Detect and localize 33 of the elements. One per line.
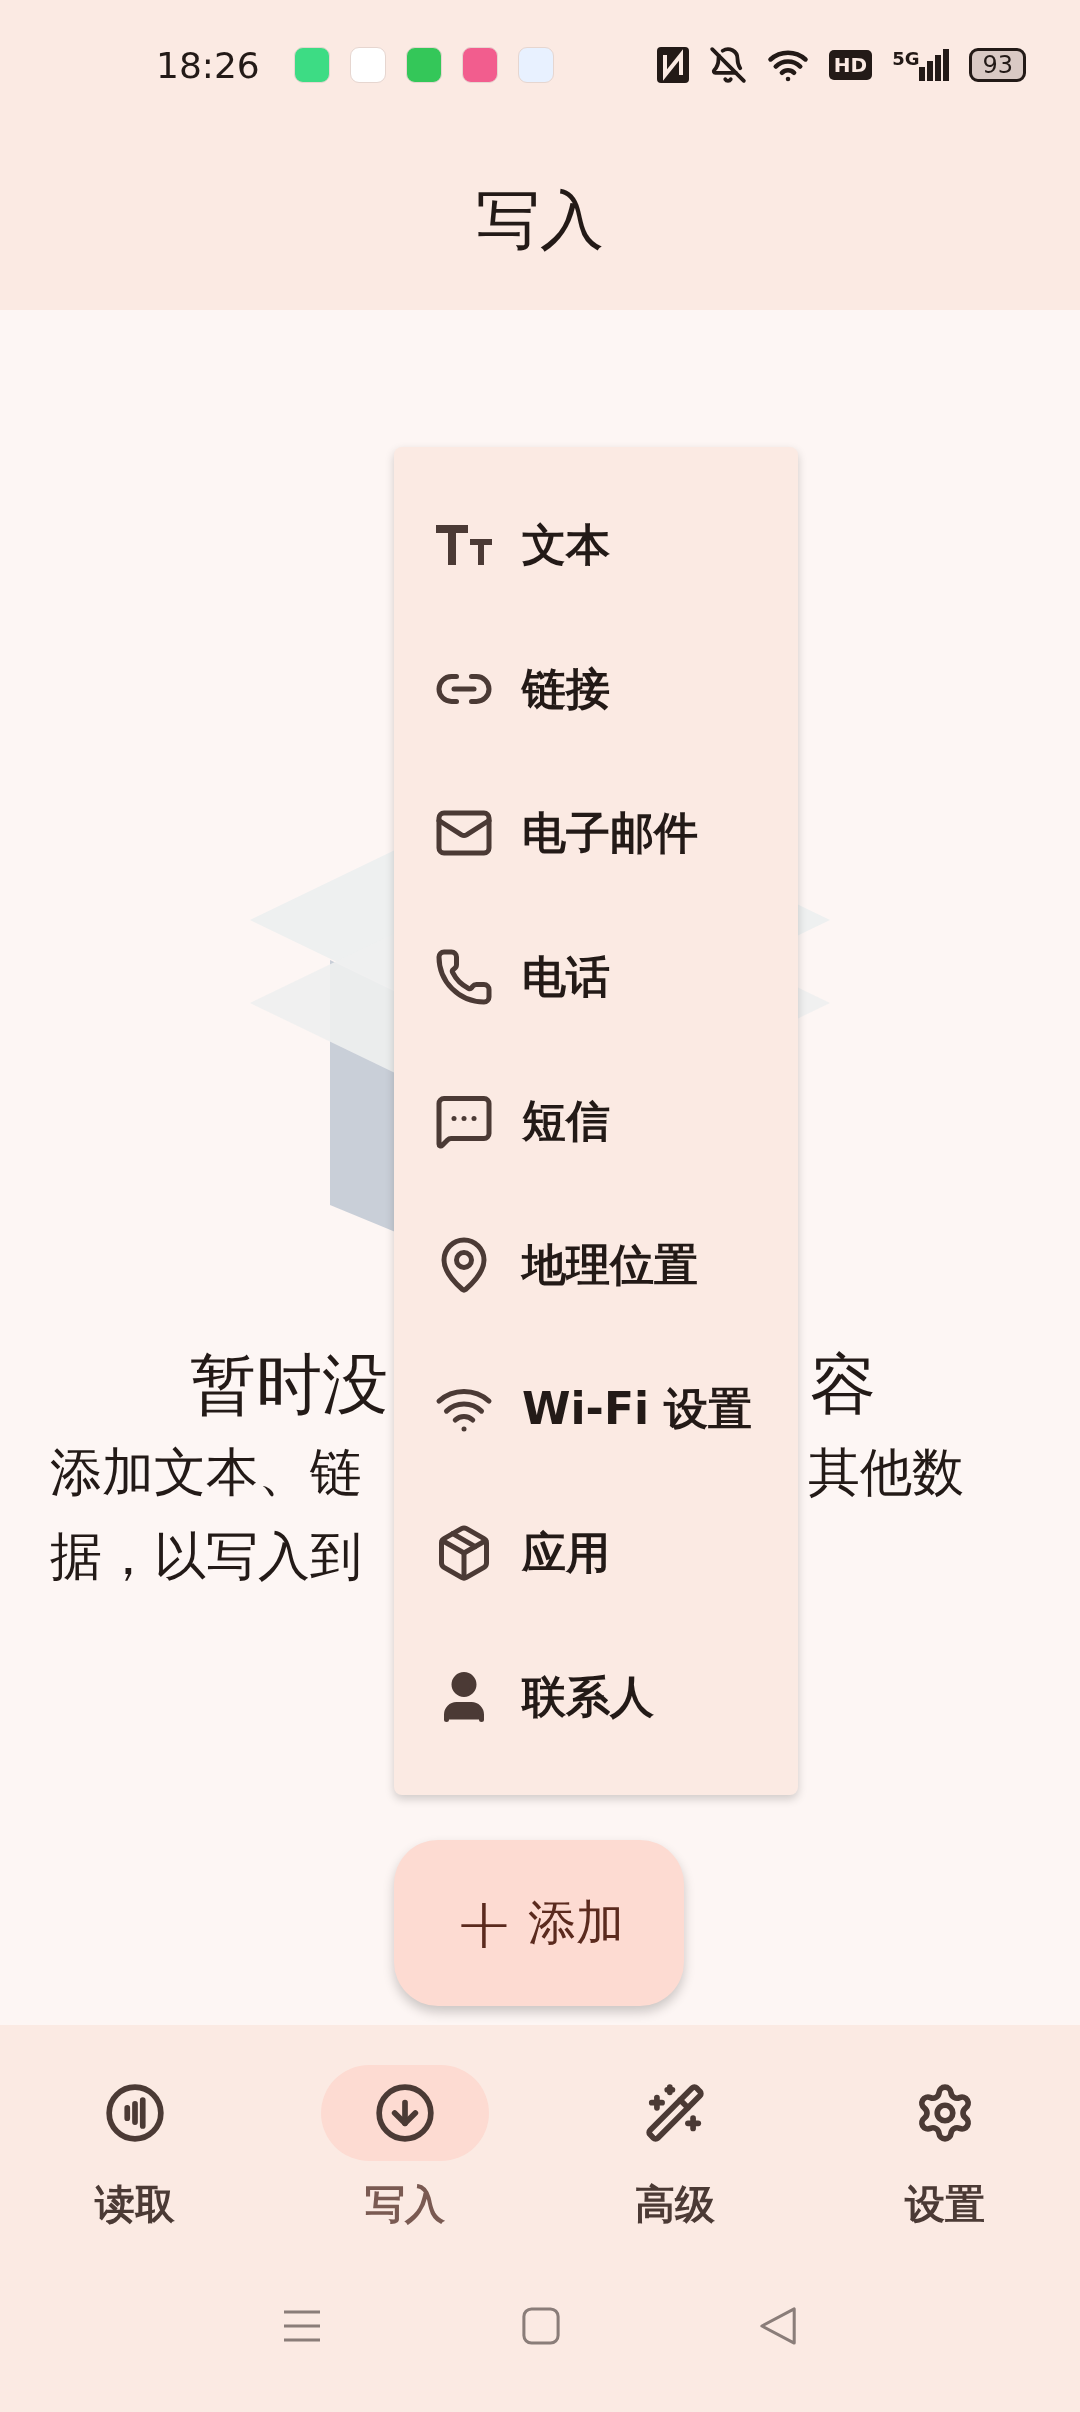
empty-description: 其他数 — [807, 1441, 964, 1504]
menu-item[interactable]: Wi-Fi 设置 — [394, 1337, 798, 1481]
empty-title: 容 — [809, 1345, 876, 1425]
network-type: 5G — [892, 48, 920, 69]
empty-title: 暂时没 — [190, 1345, 389, 1425]
hd-badge: HD — [828, 50, 873, 80]
empty-description: 据，以写入到 — [49, 1525, 362, 1588]
menu-item[interactable]: 应用 — [394, 1481, 798, 1625]
add-button[interactable]: + 添加 — [394, 1840, 684, 2006]
menu-item[interactable]: 地理位置 — [394, 1193, 798, 1337]
magic-wand-icon — [644, 2082, 706, 2144]
nav-tab[interactable]: 高级 — [575, 2065, 775, 2270]
menu-item[interactable]: 链接 — [394, 617, 798, 761]
battery-level: 93 — [969, 48, 1026, 82]
bell-off-icon — [708, 46, 747, 84]
back-icon[interactable] — [760, 2307, 798, 2345]
page-title: 写入 — [476, 181, 604, 259]
nfc-icon — [104, 2082, 166, 2144]
menu-item[interactable]: 短信 — [394, 1049, 798, 1193]
nav-tab[interactable]: 设置 — [845, 2065, 1045, 2270]
signal-icon — [919, 49, 950, 81]
menu-item[interactable]: 文本 — [394, 473, 798, 617]
nfc-icon — [656, 47, 689, 83]
menu-item[interactable]: 电子邮件 — [394, 761, 798, 905]
menu-item[interactable]: 联系人 — [394, 1625, 798, 1769]
phone-icon — [434, 947, 494, 1007]
home-icon[interactable] — [522, 2307, 560, 2345]
menu-item[interactable]: 电话 — [394, 905, 798, 1049]
nav-tab[interactable]: 写入 — [305, 2065, 505, 2270]
status-time: 18:26 — [156, 44, 260, 86]
empty-description: 添加文本、链 — [49, 1441, 362, 1504]
nav-tab[interactable]: 读取 — [35, 2065, 235, 2270]
download-icon — [374, 2082, 436, 2144]
